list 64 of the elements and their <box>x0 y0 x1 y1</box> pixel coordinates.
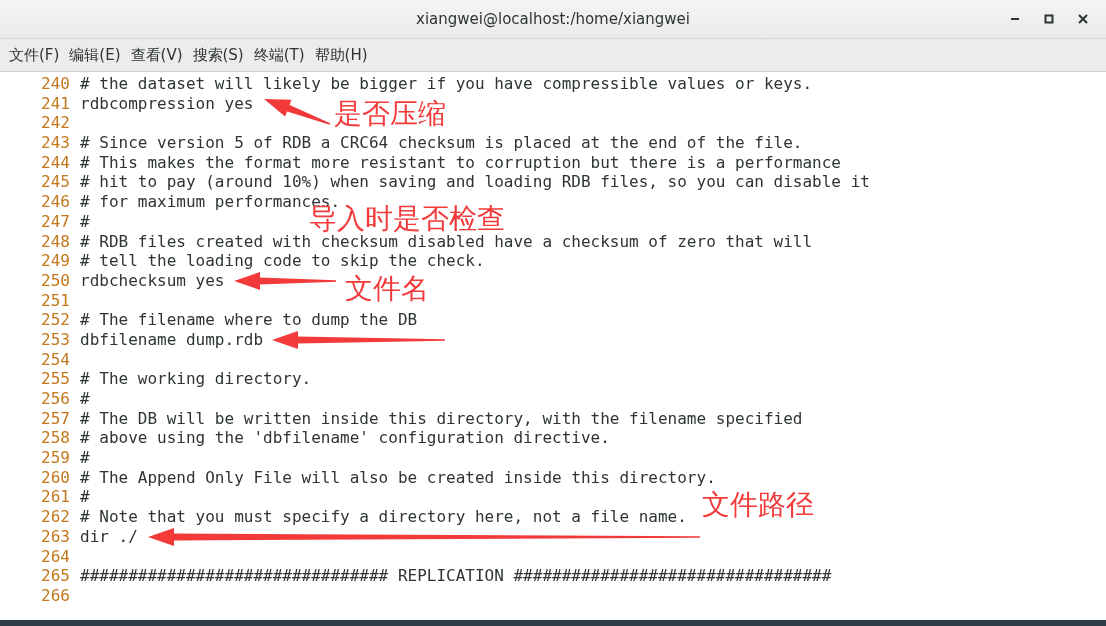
menu-item[interactable]: 终端(T) <box>248 45 310 65</box>
line-number: 241 <box>40 93 71 114</box>
line-number: 248 <box>40 231 71 252</box>
code-line: # This makes the format more resistant to corruption but there is a performance <box>80 152 841 173</box>
code-line: # tell the loading code to skip the check. <box>80 251 485 271</box>
line-number: 264 <box>40 546 71 567</box>
line-number: 259 <box>40 448 71 468</box>
code-line: ################################ REPLICATION ################################# <box>80 566 832 586</box>
line-number: 255 <box>40 369 71 389</box>
line-number: 246 <box>40 192 71 212</box>
line-number: 249 <box>40 251 71 271</box>
code-line: rdbcompression yes <box>80 93 254 114</box>
code-line: dir ./ <box>80 526 138 547</box>
line-number: 242 <box>40 113 71 134</box>
code-line: # hit to pay (around 10%) when saving and loading RDB files, so you can disable it <box>80 172 870 193</box>
maximize-icon <box>1044 14 1054 24</box>
line-number: 245 <box>40 172 71 193</box>
line-number: 244 <box>40 152 71 173</box>
arrow-icon <box>234 272 336 290</box>
annotation-label: 文件路径 <box>702 489 814 521</box>
arrow-icon <box>272 331 445 349</box>
code-line: # <box>80 487 90 508</box>
code-line: # The working directory. <box>80 369 312 389</box>
line-number: 247 <box>40 211 71 232</box>
code-line: # The filename where to dump the DB <box>80 310 418 330</box>
line-number: 252 <box>40 310 71 330</box>
line-number: 266 <box>40 585 71 606</box>
arrow-icon <box>264 99 331 125</box>
code-line: # Since version 5 of RDB a CRC64 checksum is placed at the end of the file. <box>80 133 803 153</box>
line-number: 265 <box>40 566 71 586</box>
menu-item[interactable]: 文件(F) <box>4 45 65 65</box>
close-icon <box>1078 14 1088 24</box>
line-number: 260 <box>40 467 71 488</box>
menu-item[interactable]: 搜索(S) <box>187 45 249 65</box>
code-line: # <box>80 211 90 232</box>
menu-item[interactable]: 查看(V) <box>125 45 188 65</box>
code-line: # <box>80 448 90 468</box>
code-line: # <box>80 389 90 409</box>
menu-item[interactable]: 帮助(H) <box>309 45 373 65</box>
code-line: # the dataset will likely be bigger if you have compressible values or keys. <box>80 74 813 94</box>
line-number: 253 <box>40 329 71 350</box>
code-line: dbfilename dump.rdb <box>80 329 264 350</box>
line-number: 257 <box>40 408 71 429</box>
code-line: rdbchecksum yes <box>80 270 225 291</box>
line-number: 254 <box>40 349 71 370</box>
code-line: # Note that you must specify a directory here, not a file name. <box>80 507 687 527</box>
line-number: 243 <box>40 133 71 153</box>
line-number: 262 <box>40 507 71 527</box>
menu-item[interactable]: 编辑(E) <box>64 45 126 65</box>
line-number: 240 <box>40 74 71 94</box>
code-line: # The Append Only File will also be created inside this directory. <box>80 467 716 488</box>
code-line: # above using the 'dbfilename' configuration directive. <box>80 428 610 449</box>
arrow-icon <box>148 528 700 546</box>
line-number: 258 <box>40 428 71 449</box>
window-title: xiangwei@localhost:/home/xiangwei <box>416 10 690 28</box>
line-number: 251 <box>40 290 71 311</box>
annotation-label: 是否压缩 <box>334 98 446 130</box>
line-number: 263 <box>40 526 71 547</box>
annotation-label: 文件名 <box>345 273 429 305</box>
line-number: 256 <box>40 389 71 409</box>
line-number: 250 <box>40 270 71 291</box>
minimize-icon <box>1011 18 1019 20</box>
line-number: 261 <box>40 487 71 508</box>
code-line: # The DB will be written inside this directory, with the filename specified <box>80 408 803 429</box>
